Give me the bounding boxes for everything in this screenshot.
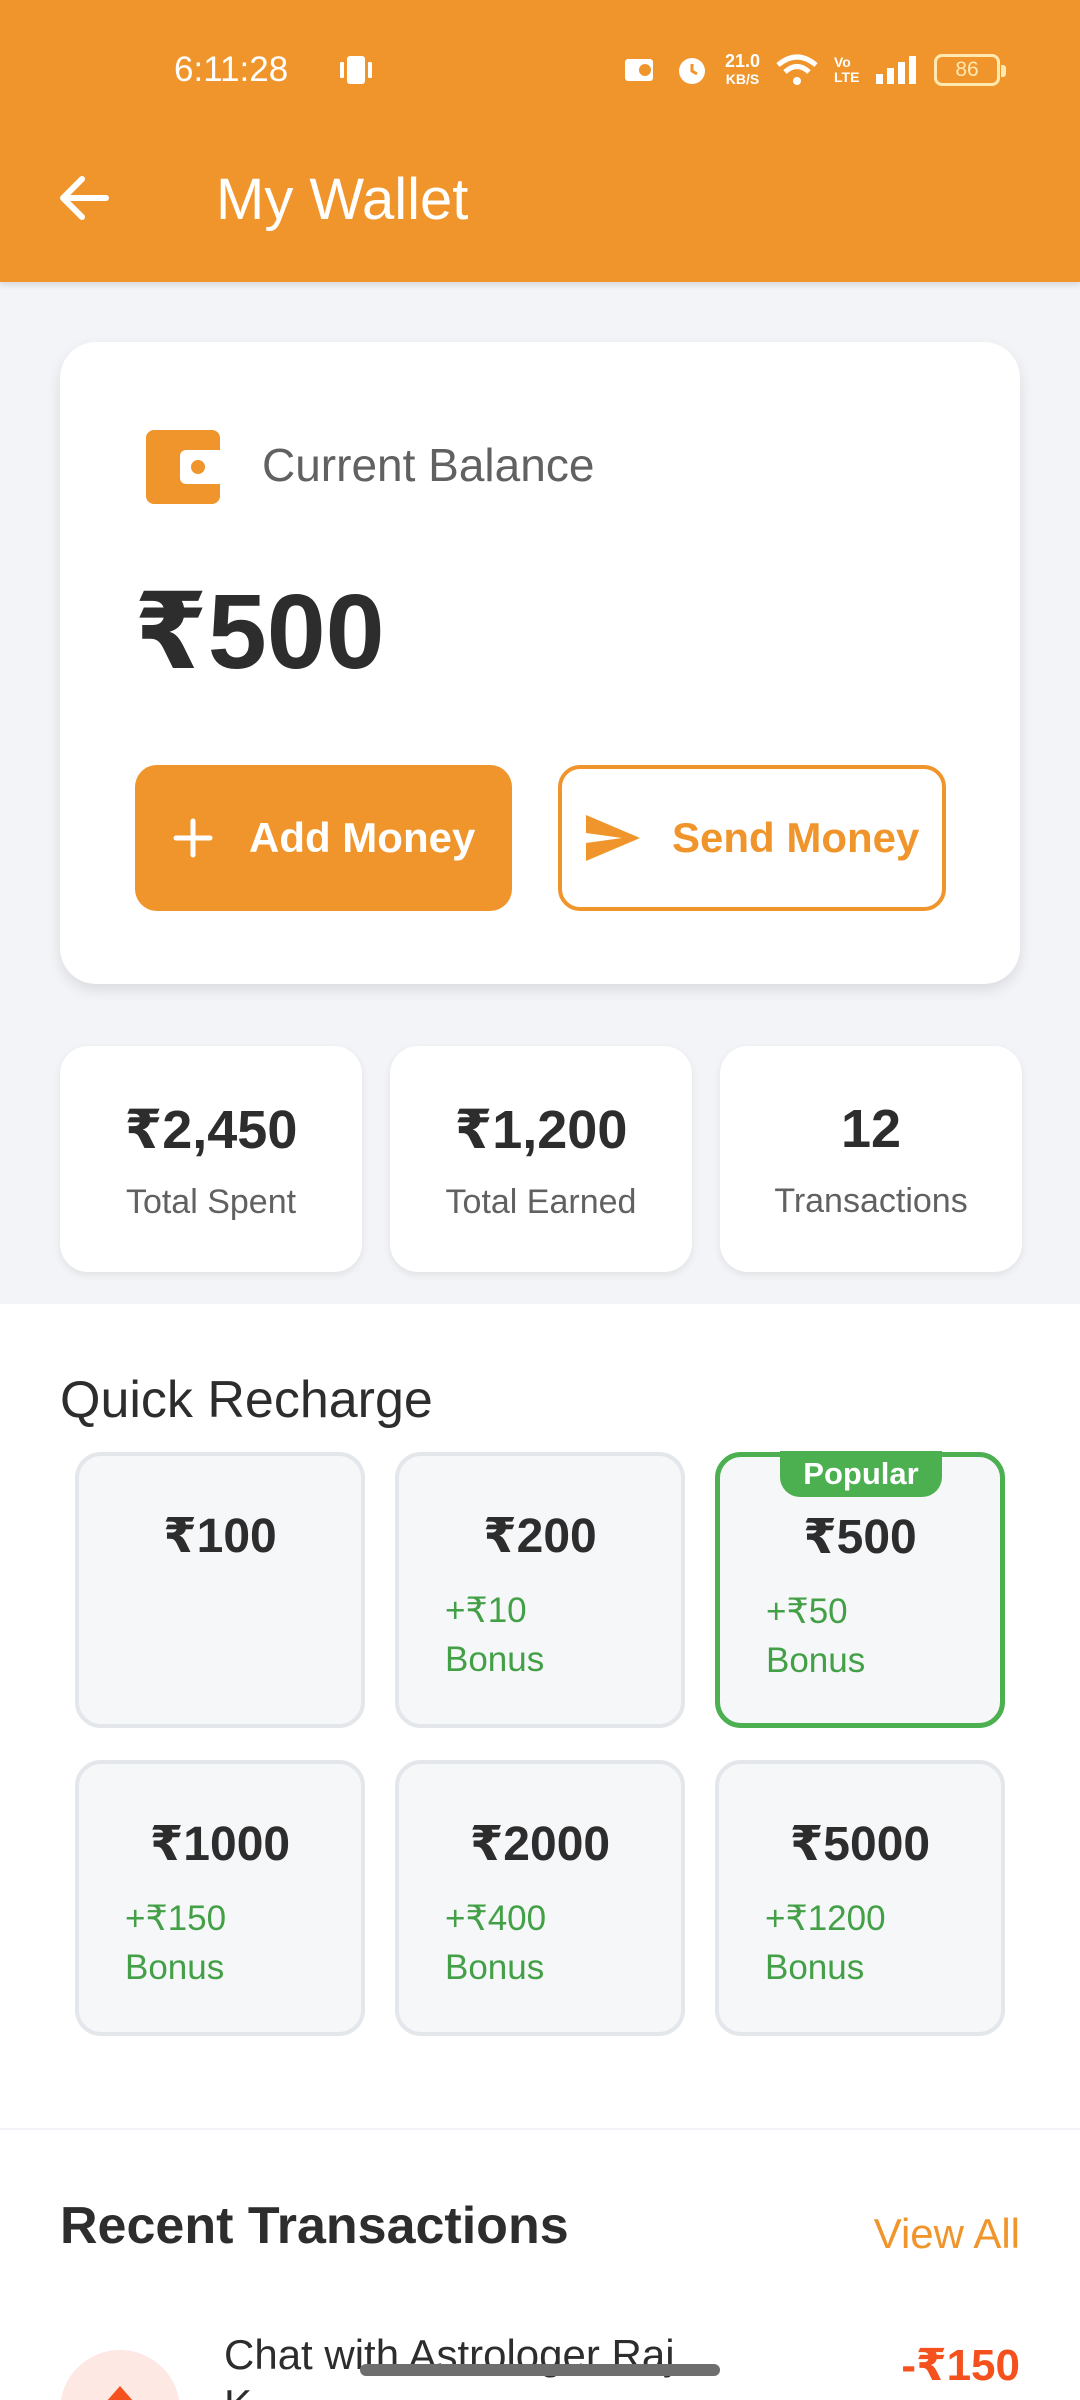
pack-amount: ₹200 (483, 1510, 597, 1563)
status-time: 6:11:28 (174, 50, 289, 89)
debit-arrow-icon (107, 2386, 133, 2400)
quick-recharge-title: Quick Recharge (60, 1371, 433, 1429)
vibrate-icon (340, 56, 372, 84)
wifi-icon (776, 54, 818, 85)
recent-transactions-title: Recent Transactions (60, 2197, 569, 2255)
quick-recharge-section: Quick Recharge ₹100 ₹200 +₹10 Bonus Popu… (0, 1304, 1080, 2128)
wallet-icon (146, 430, 224, 504)
pack-amount: ₹5000 (789, 1818, 931, 1871)
add-money-button[interactable]: Add Money (135, 765, 512, 911)
recharge-pack-2000[interactable]: ₹2000 +₹400 Bonus (395, 1760, 685, 2036)
app-header: 6:11:28 21.0 KB/S Vo LTE 86 My Wallet (0, 0, 1080, 282)
back-arrow-icon[interactable] (56, 170, 112, 226)
alarm-icon (678, 58, 705, 84)
balance-card: Current Balance ₹500 Add Money Send Mone… (60, 342, 1020, 984)
recharge-pack-200[interactable]: ₹200 +₹10 Bonus (395, 1452, 685, 1728)
pack-bonus: +₹400 Bonus (445, 1899, 547, 1987)
send-money-button[interactable]: Send Money (558, 765, 946, 911)
screen-record-icon (624, 59, 653, 81)
transaction-amount: -₹150 (901, 2341, 1020, 2390)
stat-label: Total Earned (445, 1183, 637, 1221)
stat-value: ₹1,200 (454, 1100, 628, 1160)
pack-amount: ₹2000 (469, 1818, 611, 1871)
popular-badge: Popular (780, 1451, 942, 1497)
page-title: My Wallet (216, 167, 469, 232)
pack-amount: ₹500 (803, 1511, 917, 1564)
status-bar: 6:11:28 21.0 KB/S Vo LTE 86 (0, 0, 1080, 140)
send-money-label: Send Money (672, 814, 920, 861)
recharge-pack-1000[interactable]: ₹1000 +₹150 Bonus (75, 1760, 365, 2036)
stat-label: Total Spent (125, 1183, 297, 1221)
status-icons: 21.0 KB/S Vo LTE 86 (623, 48, 1006, 92)
signal-icon (876, 56, 916, 84)
pack-bonus: +₹150 Bonus (125, 1899, 227, 1987)
stat-value: 12 (840, 1099, 902, 1159)
stat-total-earned: ₹1,200 Total Earned (390, 1046, 692, 1272)
pack-bonus: +₹50 Bonus (766, 1592, 866, 1680)
stat-value: ₹2,450 (124, 1100, 298, 1160)
recharge-pack-500[interactable]: Popular ₹500 +₹50 Bonus (715, 1451, 1005, 1728)
balance-amount: ₹500 (134, 573, 385, 691)
pack-amount: ₹1000 (149, 1818, 291, 1871)
pack-bonus: +₹1200 Bonus (765, 1899, 886, 1987)
add-money-label: Add Money (249, 814, 476, 861)
balance-label: Current Balance (262, 439, 595, 491)
pack-amount: ₹100 (163, 1510, 277, 1563)
stat-label: Transactions (774, 1182, 968, 1220)
plus-icon (173, 818, 213, 858)
stat-transactions: 12 Transactions (720, 1046, 1022, 1272)
volte-indicator: Vo LTE (834, 54, 860, 85)
recharge-pack-100[interactable]: ₹100 (75, 1452, 365, 1728)
stat-total-spent: ₹2,450 Total Spent (60, 1046, 362, 1272)
home-indicator[interactable] (360, 2364, 720, 2376)
network-speed: 21.0 KB/S (724, 51, 760, 87)
recent-transactions-section: Recent Transactions View All Chat with A… (0, 2130, 1080, 2400)
recharge-pack-5000[interactable]: ₹5000 +₹1200 Bonus (715, 1760, 1005, 2036)
transaction-avatar (60, 2350, 180, 2400)
pack-bonus: +₹10 Bonus (445, 1591, 545, 1679)
view-all-link[interactable]: View All (874, 2210, 1020, 2258)
send-icon (586, 815, 640, 861)
battery-indicator: 86 (934, 54, 1006, 86)
